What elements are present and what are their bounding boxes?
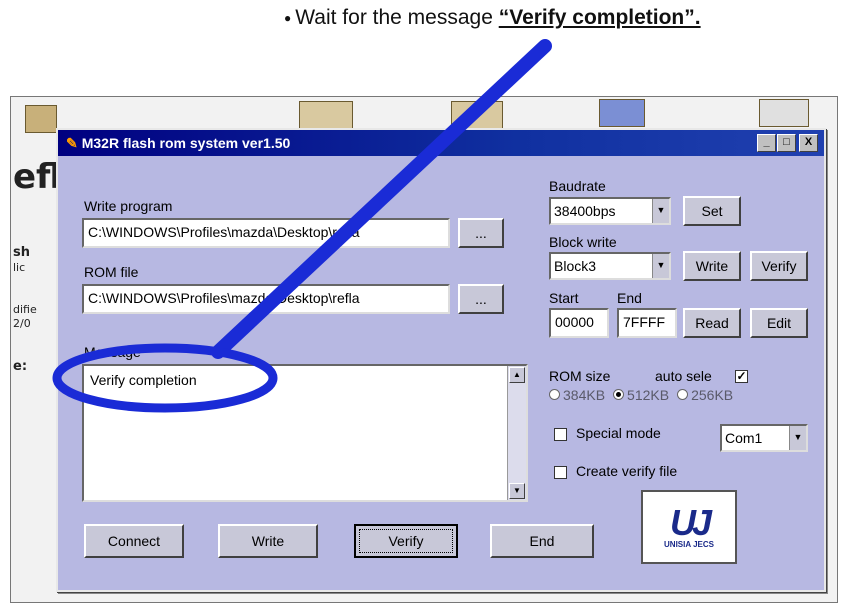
pointer-line [211, 39, 552, 359]
highlight-ellipse [52, 343, 278, 413]
annotation-overlay [52, 39, 552, 413]
